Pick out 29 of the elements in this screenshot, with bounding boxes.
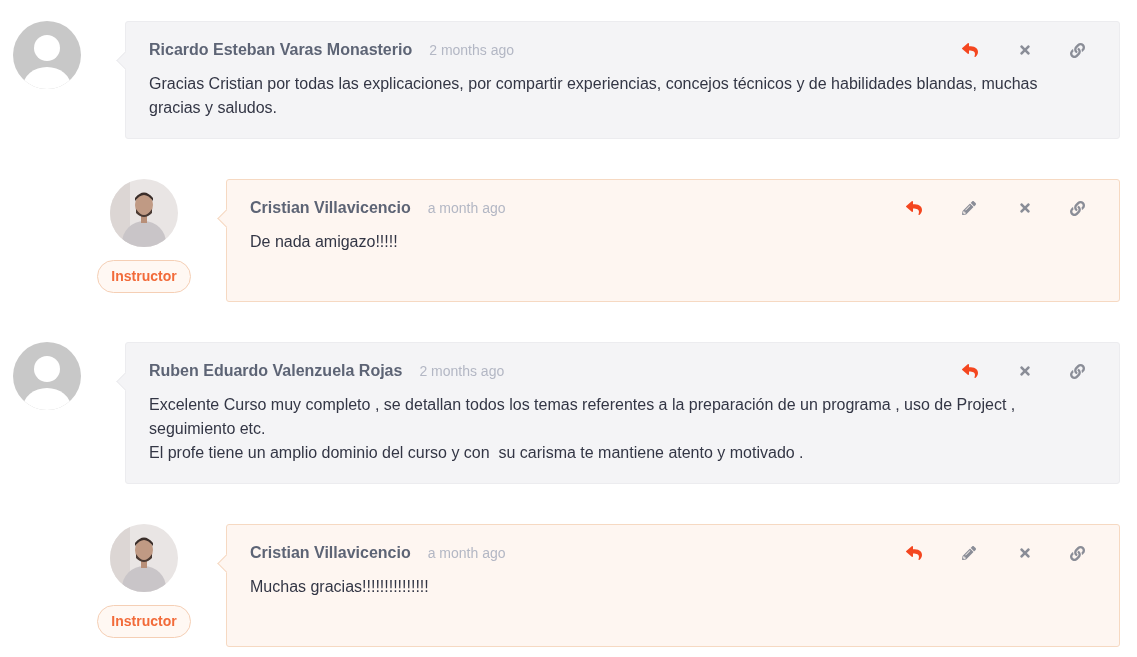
- pencil-icon[interactable]: [962, 201, 976, 215]
- reply-icon[interactable]: [962, 42, 978, 58]
- comment-time: a month ago: [427, 543, 506, 563]
- author-name[interactable]: Ricardo Esteban Varas Monasterio: [149, 38, 413, 62]
- instructor-badge: Instructor: [97, 605, 191, 638]
- comment-text: Muchas gracias!!!!!!!!!!!!!!!: [250, 577, 430, 597]
- close-icon[interactable]: [1018, 364, 1030, 378]
- author-name[interactable]: Ruben Eduardo Valenzuela Rojas: [149, 359, 403, 383]
- close-icon[interactable]: [1018, 43, 1030, 57]
- pencil-icon[interactable]: [962, 546, 976, 560]
- author-name[interactable]: Cristian Villavicencio: [250, 196, 411, 220]
- link-icon[interactable]: [1070, 363, 1085, 379]
- comment-time: 2 months ago: [429, 40, 515, 60]
- reply-icon[interactable]: [962, 363, 978, 379]
- close-icon[interactable]: [1018, 201, 1030, 215]
- link-icon[interactable]: [1070, 200, 1085, 216]
- reply-icon[interactable]: [906, 200, 922, 216]
- comment-text: Gracias Cristian por todas las explicaciones, por compartir experiencias, concejos técnicos y de habilidades blandas, muchas gracias y saludos.: [149, 74, 1039, 118]
- comment-text: Excelente Curso muy completo , se detallan todos los temas referentes a la preparación de un programa , uso de Project , seguimiento etc.: [149, 395, 1017, 439]
- comment-text: El profe tiene un amplio dominio del curso y con su carisma te mantiene atento y motivado .: [149, 443, 805, 463]
- reply-icon[interactable]: [906, 545, 922, 561]
- comment-time: 2 months ago: [419, 361, 505, 381]
- link-icon[interactable]: [1070, 545, 1085, 561]
- comment-time: a month ago: [427, 198, 506, 218]
- link-icon[interactable]: [1070, 42, 1085, 58]
- instructor-badge: Instructor: [97, 260, 191, 293]
- author-name[interactable]: Cristian Villavicencio: [250, 541, 411, 565]
- comment-text: De nada amigazo!!!!!: [250, 232, 399, 252]
- close-icon[interactable]: [1018, 546, 1030, 560]
